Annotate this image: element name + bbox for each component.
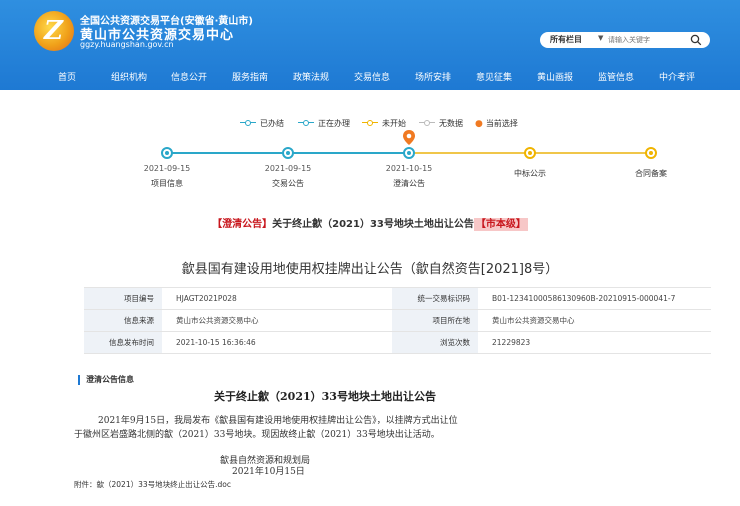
legend-current: ● 当前选择 [475, 118, 518, 129]
publish-time-value: 2021-10-15 16:36:46 [162, 331, 392, 354]
brand-domain: ggzy.huangshan.gov.cn [80, 40, 174, 49]
nav-organization[interactable]: 组织机构 [111, 70, 147, 83]
attachment-link[interactable]: 歙（2021）33号地块终止出让公告.doc [97, 480, 232, 489]
search-column-select[interactable]: 所有栏目 [550, 34, 582, 45]
unified-code-label: 统一交易标识码 [392, 287, 478, 310]
location-value: 黄山市公共资源交易中心 [478, 309, 711, 332]
search-box: 所有栏目 ▼ [540, 32, 710, 48]
legend-no-data: 无数据 [419, 118, 463, 129]
document-paragraph-line: 2021年9月15日，我局发布《歙县国有建设用地使用权挂牌出让公告》，以挂牌方式… [98, 416, 458, 426]
main-nav: 首页 组织机构 信息公开 服务指南 政策法规 交易信息 场所安排 意见征集 黄山… [0, 66, 740, 88]
document-title: 关于终止歙（2021）33号地块土地出让公告 [214, 390, 436, 403]
page-title: 歙县国有建设用地使用权挂牌出让公告（歙自然资告[2021]8号） [181, 262, 559, 277]
table-row: 信息发布时间 2021-10-15 16:36:46 浏览次数 21229823 [84, 331, 711, 354]
legend-not-started: 未开始 [362, 118, 406, 129]
nav-venue[interactable]: 场所安排 [415, 70, 451, 83]
legend-no-data-label: 无数据 [439, 119, 463, 128]
nav-feedback[interactable]: 意见征集 [476, 70, 512, 83]
project-info-table: 项目编号 HJAGT2021P028 统一交易标识码 B01-123410005… [84, 287, 711, 354]
publish-time-label: 信息发布时间 [84, 331, 162, 354]
source-label: 信息来源 [84, 309, 162, 332]
table-row: 项目编号 HJAGT2021P028 统一交易标识码 B01-123410005… [84, 287, 711, 310]
timeline-node-winning-bid[interactable] [524, 147, 536, 159]
progress-timeline: 2021-09-15 2021-09-15 2021-10-15 项目信息 交易… [0, 130, 740, 198]
section-heading: 澄清公告信息 [78, 375, 134, 385]
announcement-title: 关于终止歙（2021）33号地块土地出让公告 [272, 219, 474, 230]
header-top: Z 全国公共资源交易平台(安徽省·黄山市) 黄山市公共资源交易中心 ggzy.h… [0, 0, 740, 62]
legend-done-icon [240, 119, 256, 127]
legend-done: 已办结 [240, 118, 284, 129]
nav-trade-info[interactable]: 交易信息 [354, 70, 390, 83]
timeline-step-label[interactable]: 交易公告 [243, 178, 333, 189]
timeline-step-label[interactable]: 项目信息 [122, 178, 212, 189]
views-value: 21229823 [478, 331, 711, 354]
nav-policy[interactable]: 政策法规 [293, 70, 329, 83]
search-input[interactable] [608, 34, 688, 46]
location-label: 项目所在地 [392, 309, 478, 332]
nav-info-disclosure[interactable]: 信息公开 [171, 70, 207, 83]
project-no-label: 项目编号 [84, 287, 162, 310]
table-row: 信息来源 黄山市公共资源交易中心 项目所在地 黄山市公共资源交易中心 [84, 309, 711, 332]
legend-no-data-icon [419, 119, 435, 127]
timeline-node-clarification[interactable] [403, 147, 415, 159]
nav-home[interactable]: 首页 [58, 70, 76, 83]
legend-in-progress-label: 正在办理 [318, 119, 350, 128]
source-value: 黄山市公共资源交易中心 [162, 309, 392, 332]
nav-agency-review[interactable]: 中介考评 [659, 70, 695, 83]
legend-in-progress-icon [298, 119, 314, 127]
views-label: 浏览次数 [392, 331, 478, 354]
project-no-value: HJAGT2021P028 [162, 287, 392, 310]
current-location-pin-icon [403, 130, 415, 145]
timeline-node-trade-notice[interactable] [282, 147, 294, 159]
timeline-node-project-info[interactable] [161, 147, 173, 159]
announcement-prefix: 【澄清公告】 [212, 219, 273, 230]
timeline-step-label[interactable]: 中标公示 [485, 168, 575, 179]
announcement-level-badge: 【市本级】 [473, 218, 528, 231]
location-pin-icon: ● [475, 119, 483, 129]
legend-done-label: 已办结 [260, 119, 284, 128]
legend-current-label: 当前选择 [485, 119, 518, 128]
timeline-step-label[interactable]: 澄清公告 [364, 178, 454, 189]
site-logo-icon[interactable]: Z [34, 11, 74, 51]
timeline-node-contract[interactable] [645, 147, 657, 159]
nav-pictorial[interactable]: 黄山画报 [537, 70, 573, 83]
timeline-date: 2021-09-15 [143, 164, 191, 173]
chevron-down-icon[interactable]: ▼ [598, 34, 603, 42]
timeline-date: 2021-09-15 [264, 164, 312, 173]
nav-service-guide[interactable]: 服务指南 [232, 70, 268, 83]
attachment: 附件：歙（2021）33号地块终止出让公告.doc [74, 479, 231, 490]
document-sign-date: 2021年10月15日 [232, 467, 305, 477]
site-header: Z 全国公共资源交易平台(安徽省·黄山市) 黄山市公共资源交易中心 ggzy.h… [0, 0, 740, 90]
announcement-heading: 【澄清公告】关于终止歙（2021）33号地块土地出让公告 【市本级】 [0, 215, 740, 231]
legend-not-started-icon [362, 119, 378, 127]
unified-code-value: B01-12341000586130960B-20210915-000041-7 [478, 287, 711, 310]
search-icon[interactable] [690, 34, 702, 46]
legend-not-started-label: 未开始 [382, 119, 406, 128]
timeline-date: 2021-10-15 [385, 164, 433, 173]
logo-letter: Z [44, 16, 63, 46]
attachment-label: 附件： [74, 480, 97, 489]
legend-in-progress: 正在办理 [298, 118, 350, 129]
nav-supervision[interactable]: 监管信息 [598, 70, 634, 83]
progress-legend: 已办结 正在办理 未开始 无数据 ● 当前选择 [0, 118, 740, 130]
timeline-step-label[interactable]: 合同备案 [606, 168, 696, 179]
document-paragraph-line: 于徽州区岩盛路北侧的歙（2021）33号地块。现因故终止歙（2021）33号地块… [74, 430, 440, 440]
